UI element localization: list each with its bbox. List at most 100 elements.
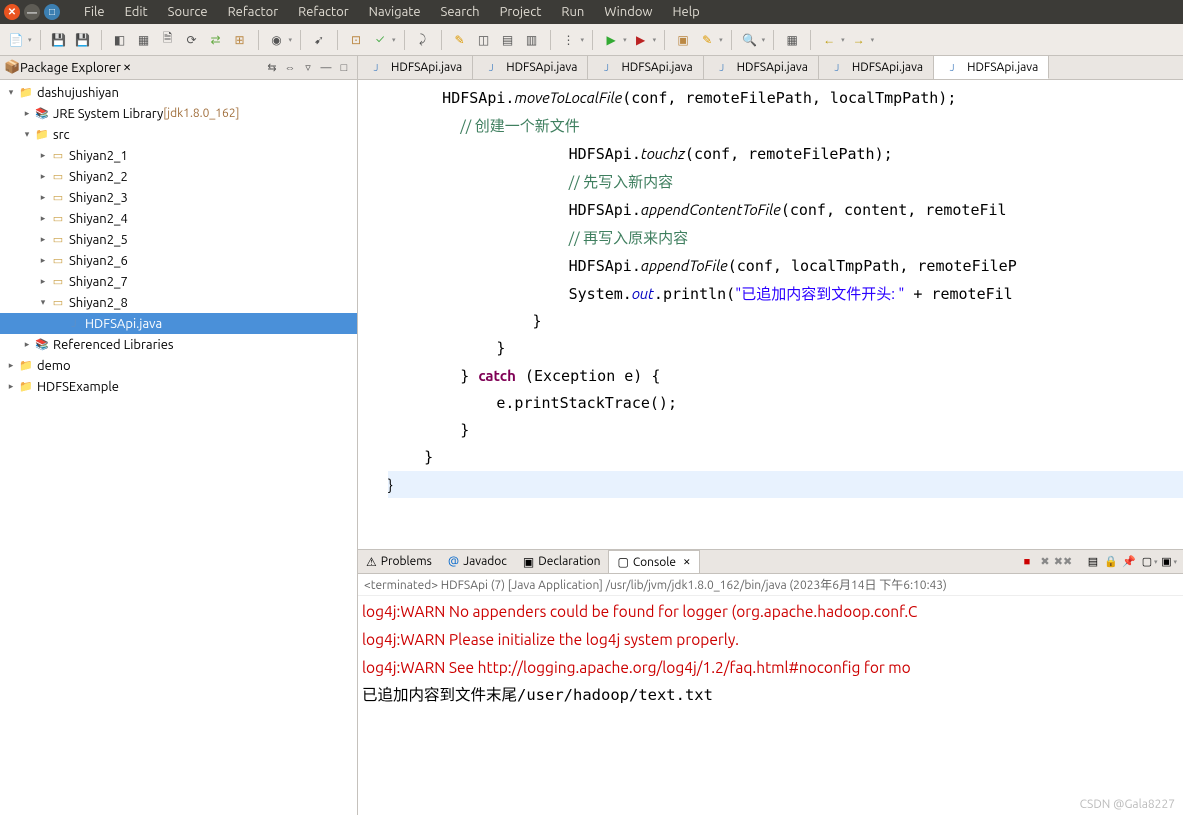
- task-button[interactable]: ▤: [498, 30, 518, 50]
- tab-declaration[interactable]: ▣Declaration: [515, 550, 609, 573]
- package-explorer-icon: 📦: [4, 60, 20, 75]
- menu-refactor[interactable]: Refactor: [218, 3, 289, 21]
- package-explorer-view: 📦 Package Explorer ✕ ⇆ ⇔ ▿ — □ ▾📁dashuju…: [0, 56, 358, 815]
- perspective-button[interactable]: ◉: [267, 30, 287, 50]
- debug-button[interactable]: ▶: [631, 30, 651, 50]
- declaration-icon: ▣: [523, 555, 534, 569]
- package-Shiyan2_4[interactable]: ▸▭Shiyan2_4: [0, 208, 357, 229]
- editor-tab-0[interactable]: JHDFSApi.java: [358, 56, 473, 79]
- run-button[interactable]: ▶: [601, 30, 621, 50]
- menu-navigate[interactable]: Navigate: [359, 3, 431, 21]
- problems-icon: ⚠: [366, 555, 377, 569]
- doc-button[interactable]: 🗎: [158, 30, 178, 50]
- editor-tab-1[interactable]: JHDFSApi.java: [473, 56, 588, 79]
- main-toolbar: 📄▾ 💾 💾 ◧ ▦ 🗎 ⟳ ⇄ ⊞ ◉▾ ➹ ⊡ ✓▾ ⤸ ✎ ◫ ▤ ▥ ⋮…: [0, 24, 1183, 56]
- pin-console-button[interactable]: 📌: [1120, 553, 1138, 571]
- window-close-button[interactable]: ✕: [4, 4, 20, 20]
- debug-tool-button[interactable]: ⊡: [346, 30, 366, 50]
- forward-button[interactable]: →: [849, 30, 869, 50]
- menu-help[interactable]: Help: [663, 3, 710, 21]
- editor-tab-2[interactable]: JHDFSApi.java: [588, 56, 703, 79]
- code-editor[interactable]: HDFSApi.moveToLocalFile(conf, remoteFile…: [358, 80, 1183, 549]
- skip-button[interactable]: ⤸: [413, 30, 433, 50]
- sync-button[interactable]: ⇄: [206, 30, 226, 50]
- package-Shiyan2_2[interactable]: ▸▭Shiyan2_2: [0, 166, 357, 187]
- menu-refactor[interactable]: Refactor: [288, 3, 359, 21]
- menu-window[interactable]: Window: [594, 3, 662, 21]
- javadoc-icon: @: [448, 555, 459, 568]
- console-output[interactable]: log4j:WARN No appenders could be found f…: [358, 596, 1183, 815]
- tab-javadoc[interactable]: @Javadoc: [440, 550, 515, 573]
- maximize-view-button[interactable]: □: [335, 59, 353, 77]
- package-Shiyan2_7[interactable]: ▸▭Shiyan2_7: [0, 271, 357, 292]
- clear-console-button[interactable]: ▤: [1084, 553, 1102, 571]
- save-all-button[interactable]: 💾: [73, 30, 93, 50]
- scroll-lock-button[interactable]: 🔒: [1102, 553, 1120, 571]
- remove-all-button[interactable]: ✖✖: [1054, 553, 1072, 571]
- window-maximize-button[interactable]: □: [44, 4, 60, 20]
- collapse-all-button[interactable]: ⇆: [263, 59, 281, 77]
- java-file-icon: J: [829, 60, 845, 76]
- package-Shiyan2_5[interactable]: ▸▭Shiyan2_5: [0, 229, 357, 250]
- terminate-button[interactable]: ■: [1018, 553, 1036, 571]
- menu-edit[interactable]: Edit: [115, 3, 158, 21]
- run-config-button[interactable]: ✓: [370, 30, 390, 50]
- back-button[interactable]: ←: [819, 30, 839, 50]
- tab-console[interactable]: ▢Console✕: [608, 550, 699, 573]
- save-button[interactable]: 💾: [49, 30, 69, 50]
- menu-file[interactable]: File: [74, 3, 115, 21]
- project-demo[interactable]: ▸📁demo: [0, 355, 357, 376]
- project-dashujushiyan[interactable]: ▾📁dashujushiyan: [0, 82, 357, 103]
- build-button[interactable]: ▦: [134, 30, 154, 50]
- window-minimize-button[interactable]: —: [24, 4, 40, 20]
- package-tree[interactable]: ▾📁dashujushiyan▸📚JRE System Library [jdk…: [0, 80, 357, 815]
- package-button[interactable]: ⊞: [230, 30, 250, 50]
- java-file-icon: J: [368, 60, 384, 76]
- new-button[interactable]: 📄: [6, 30, 26, 50]
- toggle-button[interactable]: ◧: [110, 30, 130, 50]
- package-explorer-title: Package Explorer: [20, 61, 121, 75]
- java-file-icon: J: [598, 60, 614, 76]
- package-Shiyan2_3[interactable]: ▸▭Shiyan2_3: [0, 187, 357, 208]
- editor-tabs: JHDFSApi.javaJHDFSApi.javaJHDFSApi.javaJ…: [358, 56, 1183, 80]
- editor-tab-3[interactable]: JHDFSApi.java: [704, 56, 819, 79]
- console-icon: ▢: [617, 555, 628, 569]
- nav-button[interactable]: ▦: [782, 30, 802, 50]
- menu-source[interactable]: Source: [158, 3, 218, 21]
- note-button[interactable]: ▥: [522, 30, 542, 50]
- package-Shiyan2_8[interactable]: ▾▭Shiyan2_8: [0, 292, 357, 313]
- external-button[interactable]: ⋮: [559, 30, 579, 50]
- file-hdfsapi[interactable]: JHDFSApi.java: [0, 313, 357, 334]
- remove-launch-button[interactable]: ✖: [1036, 553, 1054, 571]
- console-header: <terminated> HDFSApi (7) [Java Applicati…: [358, 574, 1183, 596]
- editor-area: JHDFSApi.javaJHDFSApi.javaJHDFSApi.javaJ…: [358, 56, 1183, 815]
- referenced-libraries[interactable]: ▸📚Referenced Libraries: [0, 334, 357, 355]
- editor-tab-4[interactable]: JHDFSApi.java: [819, 56, 934, 79]
- src-folder[interactable]: ▾📁src: [0, 124, 357, 145]
- jre-library[interactable]: ▸📚JRE System Library [jdk1.8.0_162]: [0, 103, 357, 124]
- search-button[interactable]: 🔍: [740, 30, 760, 50]
- launch-button[interactable]: ▣: [673, 30, 693, 50]
- bottom-tabs: ⚠Problems @Javadoc ▣Declaration ▢Console…: [358, 550, 1183, 574]
- link-editor-button[interactable]: ⇔: [281, 59, 299, 77]
- view-menu-button[interactable]: ▿: [299, 59, 317, 77]
- title-bar: ✕ — □ FileEditSourceRefactorRefactorNavi…: [0, 0, 1183, 24]
- java-file-icon: J: [714, 60, 730, 76]
- bottom-panel: ⚠Problems @Javadoc ▣Declaration ▢Console…: [358, 549, 1183, 815]
- java-file-icon: J: [483, 60, 499, 76]
- mark-button[interactable]: ✎: [450, 30, 470, 50]
- menu-run[interactable]: Run: [551, 3, 594, 21]
- editor-tab-5[interactable]: JHDFSApi.java: [934, 56, 1049, 79]
- minimize-view-button[interactable]: —: [317, 59, 335, 77]
- pointer-button[interactable]: ➹: [309, 30, 329, 50]
- menu-bar: FileEditSourceRefactorRefactorNavigateSe…: [74, 3, 710, 21]
- package-Shiyan2_1[interactable]: ▸▭Shiyan2_1: [0, 145, 357, 166]
- refresh-button[interactable]: ⟳: [182, 30, 202, 50]
- menu-project[interactable]: Project: [490, 3, 552, 21]
- bookmark-button[interactable]: ◫: [474, 30, 494, 50]
- menu-search[interactable]: Search: [431, 3, 490, 21]
- package-Shiyan2_6[interactable]: ▸▭Shiyan2_6: [0, 250, 357, 271]
- tab-problems[interactable]: ⚠Problems: [358, 550, 440, 573]
- highlight-button[interactable]: ✎: [697, 30, 717, 50]
- project-HDFSExample[interactable]: ▸📁HDFSExample: [0, 376, 357, 397]
